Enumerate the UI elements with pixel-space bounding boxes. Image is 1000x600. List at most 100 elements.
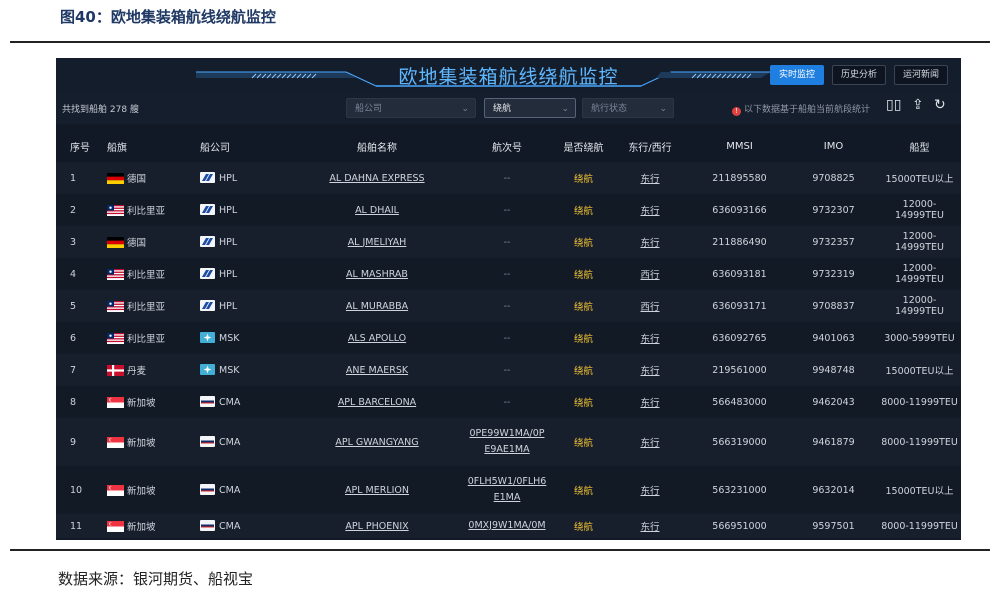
cell-flag: 新加坡	[106, 418, 199, 466]
voyage-text: --	[503, 332, 511, 344]
notice-text: ! 以下数据基于船舶当前航段统计	[732, 102, 870, 116]
direction-link[interactable]: 东行	[640, 486, 659, 497]
table-row[interactable]: 7 丹麦 MSK ANE MAERSK -- 绕航 东行 219561000 9948748 15…	[56, 354, 961, 386]
voyage-text[interactable]: 0PE99W1MA/0PE9AE1MA	[467, 426, 547, 458]
company-select[interactable]: 船公司 ⌄	[346, 98, 476, 118]
cell-no: 9	[56, 418, 106, 466]
table-row[interactable]: 6 利比里亚 MSK ALS APOLLO -- 绕航 东行 636092765 9401063…	[56, 322, 961, 354]
cell-imo: 9732319	[789, 258, 878, 290]
direction-link[interactable]: 东行	[640, 398, 659, 409]
direction-link[interactable]: 东行	[640, 438, 659, 449]
company-label: HPL	[219, 301, 238, 312]
company-label: HPL	[219, 237, 238, 248]
cell-no: 8	[56, 386, 106, 418]
cell-imo: 9708837	[789, 290, 878, 322]
flag-icon	[107, 173, 127, 185]
refresh-icon[interactable]: ↻	[934, 97, 946, 113]
voyage-text[interactable]: 0FLH5W1/0FLH6E1MA	[467, 474, 547, 506]
cell-ship-type: 12000-14999TEU	[878, 194, 961, 226]
table-row[interactable]: 5 利比里亚 HPL AL MURABBA -- 绕航 西行 636093171 9708837…	[56, 290, 961, 322]
cell-imo: 9632014	[789, 466, 878, 514]
direction-link[interactable]: 东行	[640, 522, 659, 533]
direction-link[interactable]: 西行	[640, 302, 659, 313]
cell-direction: 东行	[610, 162, 690, 194]
ship-name-link[interactable]: ANE MAERSK	[346, 365, 408, 376]
cell-flag: 利比里亚	[106, 322, 199, 354]
company-label: CMA	[219, 521, 241, 532]
direction-link[interactable]: 东行	[640, 206, 659, 217]
map-icon[interactable]: ▯▯	[886, 97, 901, 113]
voyage-text[interactable]: 0MXJ9W1MA/0M	[467, 518, 547, 534]
cell-ship-type: 15000TEU以上	[878, 466, 961, 514]
cell-flag: 新加坡	[106, 386, 199, 418]
cell-no: 2	[56, 194, 106, 226]
company-label: HPL	[219, 269, 238, 280]
cell-detour: 绕航	[557, 162, 610, 194]
table-row[interactable]: 10 新加坡 CMA APL MERLION 0FLH5W1/0FLH6E1MA 绕航 东行…	[56, 466, 961, 514]
ship-name-link[interactable]: AL JMELIYAH	[348, 237, 407, 248]
direction-link[interactable]: 东行	[640, 174, 659, 185]
col-header: 船舶名称	[297, 130, 457, 162]
table-row[interactable]: 1 德国 HPL AL DAHNA EXPRESS -- 绕航 东行 211895580 970…	[56, 162, 961, 194]
cell-detour: 绕航	[557, 194, 610, 226]
ship-name-link[interactable]: ALS APOLLO	[348, 333, 406, 344]
flag-icon	[107, 521, 127, 533]
ship-name-link[interactable]: APL PHOENIX	[345, 521, 408, 532]
ship-name-link[interactable]: APL GWANGYANG	[335, 437, 418, 448]
direction-link[interactable]: 东行	[640, 334, 659, 345]
flag-icon	[107, 365, 127, 377]
status-select[interactable]: 航行状态 ⌄	[582, 98, 674, 118]
cell-voyage: --	[457, 290, 557, 322]
voyage-text: --	[503, 172, 511, 184]
table-row[interactable]: 11 新加坡 CMA APL PHOENIX 0MXJ9W1MA/0M 绕航 东行 56695…	[56, 514, 961, 538]
cell-company: CMA	[199, 514, 297, 538]
direction-link[interactable]: 西行	[640, 270, 659, 281]
cell-flag: 利比里亚	[106, 194, 199, 226]
ship-name-link[interactable]: APL BARCELONA	[338, 397, 416, 408]
realtime-monitor-button[interactable]: 实时监控	[770, 65, 825, 85]
cell-company: HPL	[199, 162, 297, 194]
table-row[interactable]: 2 利比里亚 HPL AL DHAIL -- 绕航 东行 636093166 9732307 12…	[56, 194, 961, 226]
cell-flag: 德国	[106, 162, 199, 194]
table-row[interactable]: 3 德国 HPL AL JMELIYAH -- 绕航 东行 211886490 9732357 1…	[56, 226, 961, 258]
direction-link[interactable]: 东行	[640, 238, 659, 249]
top-rule	[10, 41, 990, 43]
cell-detour: 绕航	[557, 418, 610, 466]
voyage-text: --	[503, 300, 511, 312]
cell-voyage: 0MXJ9W1MA/0M	[457, 514, 557, 538]
cell-ship-name: AL DAHNA EXPRESS	[297, 162, 457, 194]
carrier-logo-icon	[200, 300, 219, 312]
table-row[interactable]: 9 新加坡 CMA APL GWANGYANG 0PE99W1MA/0PE9AE1MA 绕…	[56, 418, 961, 466]
flag-label: 德国	[127, 238, 147, 249]
voyage-text: --	[503, 268, 511, 280]
ship-name-link[interactable]: AL DHAIL	[355, 205, 399, 216]
detour-select[interactable]: 绕航 ⌄	[484, 98, 576, 118]
company-select-placeholder: 船公司	[355, 104, 383, 114]
cell-no: 6	[56, 322, 106, 354]
canal-news-button[interactable]: 运河新闻	[894, 65, 949, 85]
cell-ship-name: AL JMELIYAH	[297, 226, 457, 258]
flag-label: 新加坡	[127, 486, 156, 497]
cell-company: HPL	[199, 194, 297, 226]
cell-imo: 9462043	[789, 386, 878, 418]
ship-name-link[interactable]: AL MASHRAB	[346, 269, 408, 280]
ship-name-link[interactable]: AL MURABBA	[346, 301, 408, 312]
figure-title: 图40：欧地集装箱航线绕航监控	[60, 8, 276, 26]
bottom-rule	[10, 549, 990, 551]
flag-icon	[107, 269, 127, 281]
cell-ship-type: 12000-14999TEU	[878, 258, 961, 290]
cell-detour: 绕航	[557, 514, 610, 538]
ship-name-link[interactable]: APL MERLION	[345, 485, 409, 496]
chevron-down-icon: ⌄	[561, 104, 569, 114]
history-analysis-button[interactable]: 历史分析	[832, 65, 887, 85]
cell-flag: 丹麦	[106, 354, 199, 386]
ship-name-link[interactable]: AL DAHNA EXPRESS	[329, 173, 424, 184]
carrier-logo-icon	[200, 172, 219, 184]
cell-detour: 绕航	[557, 258, 610, 290]
table-row[interactable]: 4 利比里亚 HPL AL MASHRAB -- 绕航 西行 636093181 9732319…	[56, 258, 961, 290]
table-header: 序号 船旗 船公司 船舶名称 航次号 是否绕航 东行/西行 MMSI IMO 船…	[56, 130, 961, 162]
figure-source: 数据来源：银河期货、船视宝	[58, 570, 254, 588]
direction-link[interactable]: 东行	[640, 366, 659, 377]
table-row[interactable]: 8 新加坡 CMA APL BARCELONA -- 绕航 东行 566483000 94620…	[56, 386, 961, 418]
export-icon[interactable]: ⇪	[912, 97, 924, 113]
